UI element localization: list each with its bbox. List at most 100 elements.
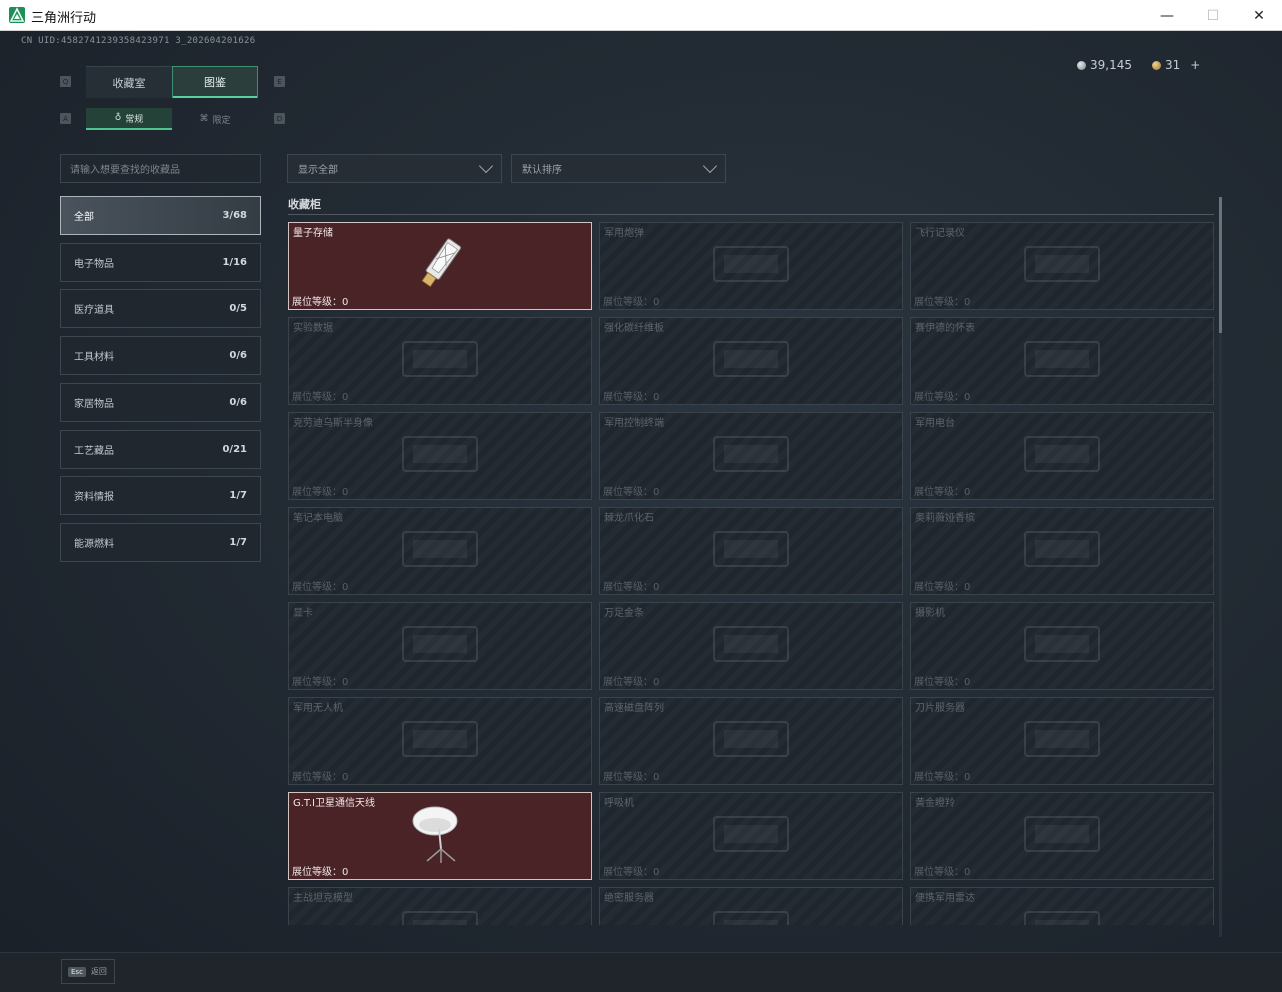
disc-icon: [395, 332, 485, 390]
item-level-value: 0: [964, 297, 971, 308]
collection-item-card[interactable]: 量子存储 展位等级：0: [288, 222, 592, 310]
item-level: 展位等级：0: [914, 863, 970, 878]
gazelle-icon: [1017, 807, 1107, 865]
item-level-label: 展位等级：: [914, 582, 964, 593]
collection-item-card[interactable]: 克劳迪乌斯半身像 展位等级：0: [288, 412, 592, 500]
item-level-value: 0: [653, 582, 660, 593]
category-count: 1/7: [229, 490, 247, 501]
category-electronics[interactable]: 电子物品 1/16: [60, 243, 261, 282]
collection-item-card[interactable]: 笔记本电脑 展位等级：0: [288, 507, 592, 595]
category-label: 工具材料: [74, 352, 114, 363]
gold-bar-icon: [706, 617, 796, 675]
category-label: 医疗道具: [74, 305, 114, 316]
category-label: 全部: [74, 212, 94, 223]
collection-item-card[interactable]: 黄金瞪羚 展位等级：0: [910, 792, 1214, 880]
tank-icon: [395, 902, 485, 925]
item-level: 展位等级：0: [603, 293, 659, 308]
bust-icon: [395, 427, 485, 485]
disk-array-icon: [706, 712, 796, 770]
item-level-value: 0: [342, 297, 349, 308]
collection-item-card[interactable]: 军用无人机 展位等级：0: [288, 697, 592, 785]
item-level: 展位等级：0: [914, 578, 970, 593]
item-level-label: 展位等级：: [914, 392, 964, 403]
app-logo-icon: [9, 7, 25, 23]
collection-item-card[interactable]: 呼吸机 展位等级：0: [599, 792, 903, 880]
search-input[interactable]: 请输入想要查找的收藏品: [60, 154, 261, 183]
key-hint-d: D: [274, 113, 285, 124]
category-all[interactable]: 全部 3/68: [60, 196, 261, 235]
section-divider: [288, 214, 1214, 215]
category-crafts[interactable]: 工艺藏品 0/21: [60, 430, 261, 469]
item-level: 展位等级：0: [914, 483, 970, 498]
tab-collection-room[interactable]: 收藏室: [86, 66, 172, 98]
sort-dropdown[interactable]: 默认排序: [511, 154, 726, 183]
collection-item-card[interactable]: 显卡 展位等级：0: [288, 602, 592, 690]
collection-item-card[interactable]: G.T.I卫星通信天线 展位等级：0: [288, 792, 592, 880]
gold-amount: 31: [1165, 58, 1181, 72]
item-name: 实验数据: [293, 323, 333, 334]
item-level: 展位等级：0: [292, 863, 348, 878]
item-level: 展位等级：0: [292, 483, 348, 498]
gold-currency[interactable]: 31 +: [1152, 58, 1200, 72]
category-label: 电子物品: [74, 259, 114, 270]
item-level-label: 展位等级：: [603, 582, 653, 593]
collection-item-card[interactable]: 军用电台展位等级：0: [910, 412, 1214, 500]
usb-drive-icon: [410, 232, 470, 300]
item-level-label: 展位等级：: [603, 297, 653, 308]
collection-item-card[interactable]: 实验数据 展位等级：0: [288, 317, 592, 405]
item-name: 飞行记录仪: [915, 228, 965, 239]
collection-item-card[interactable]: 军用炮弹 展位等级：0: [599, 222, 903, 310]
item-level-value: 0: [653, 297, 660, 308]
item-level-value: 0: [964, 487, 971, 498]
item-name: 奥莉薇娅香槟: [915, 513, 975, 524]
category-count: 1/7: [229, 537, 247, 548]
collection-item-card[interactable]: 强化碳纤维板 展位等级：0: [599, 317, 903, 405]
collection-grid: 量子存储 展位等级：0 军用炮弹 展位等级：0 飞行记录仪 展位等级：0 实验数据 展位等级：…: [288, 222, 1214, 925]
tab-regular[interactable]: ♁ 常规: [86, 108, 172, 130]
collection-item-card[interactable]: 万足金条 展位等级：0: [599, 602, 903, 690]
back-button[interactable]: Esc 返回: [61, 959, 115, 984]
collection-item-card[interactable]: 主战坦克模型: [288, 887, 592, 925]
category-household[interactable]: 家居物品 0/6: [60, 383, 261, 422]
collection-item-card[interactable]: 奥莉薇娅香槟 展位等级：0: [910, 507, 1214, 595]
item-name: 军用控制终端: [604, 418, 664, 429]
collection-item-card[interactable]: 飞行记录仪 展位等级：0: [910, 222, 1214, 310]
player-uid: CN UID:4582741239358423971 3_20260420162…: [21, 36, 256, 46]
item-name: 便携军用雷达: [915, 893, 975, 904]
collection-item-card[interactable]: 刀片服务器 展位等级：0: [910, 697, 1214, 785]
collection-item-card[interactable]: 高速磁盘阵列 展位等级：0: [599, 697, 903, 785]
minimize-button[interactable]: —: [1144, 0, 1190, 31]
server-icon: [706, 902, 796, 925]
category-energy[interactable]: 能源燃料 1/7: [60, 523, 261, 562]
tab-limited[interactable]: ⌘ 限定: [172, 108, 258, 130]
category-count: 0/5: [229, 303, 247, 314]
collection-item-card[interactable]: 军用控制终端 展位等级：0: [599, 412, 903, 500]
collection-item-card[interactable]: 摄影机 展位等级：0: [910, 602, 1214, 690]
item-name: 绝密服务器: [604, 893, 654, 904]
collection-item-card[interactable]: 棘龙爪化石 展位等级：0: [599, 507, 903, 595]
item-level-value: 0: [964, 582, 971, 593]
maximize-button[interactable]: ☐: [1190, 0, 1236, 31]
collection-item-card[interactable]: 绝密服务器: [599, 887, 903, 925]
scrollbar-thumb[interactable]: [1219, 197, 1222, 333]
tab-catalog[interactable]: 图鉴: [172, 66, 258, 98]
close-button[interactable]: ✕: [1236, 0, 1282, 31]
item-level: 展位等级：0: [292, 768, 348, 783]
terminal-icon: [706, 427, 796, 485]
collection-item-card[interactable]: 赛伊德的怀表 展位等级：0: [910, 317, 1214, 405]
item-level-label: 展位等级：: [603, 867, 653, 878]
item-name: 军用电台: [915, 418, 955, 429]
category-medical[interactable]: 医疗道具 0/5: [60, 289, 261, 328]
key-hint-e: E: [274, 76, 285, 87]
filter-dropdown[interactable]: 显示全部: [287, 154, 502, 183]
item-level-label: 展位等级：: [292, 677, 342, 688]
category-tools[interactable]: 工具材料 0/6: [60, 336, 261, 375]
gpu-icon: [395, 617, 485, 675]
regular-icon: ♁: [114, 113, 122, 123]
item-level-label: 展位等级：: [914, 867, 964, 878]
collection-grid-viewport: 量子存储 展位等级：0 军用炮弹 展位等级：0 飞行记录仪 展位等级：0 实验数据 展位等级：…: [288, 222, 1214, 925]
item-name: 笔记本电脑: [293, 513, 343, 524]
collection-item-card[interactable]: 便携军用雷达: [910, 887, 1214, 925]
category-intel[interactable]: 资料情报 1/7: [60, 476, 261, 515]
add-currency-button[interactable]: +: [1190, 58, 1200, 72]
